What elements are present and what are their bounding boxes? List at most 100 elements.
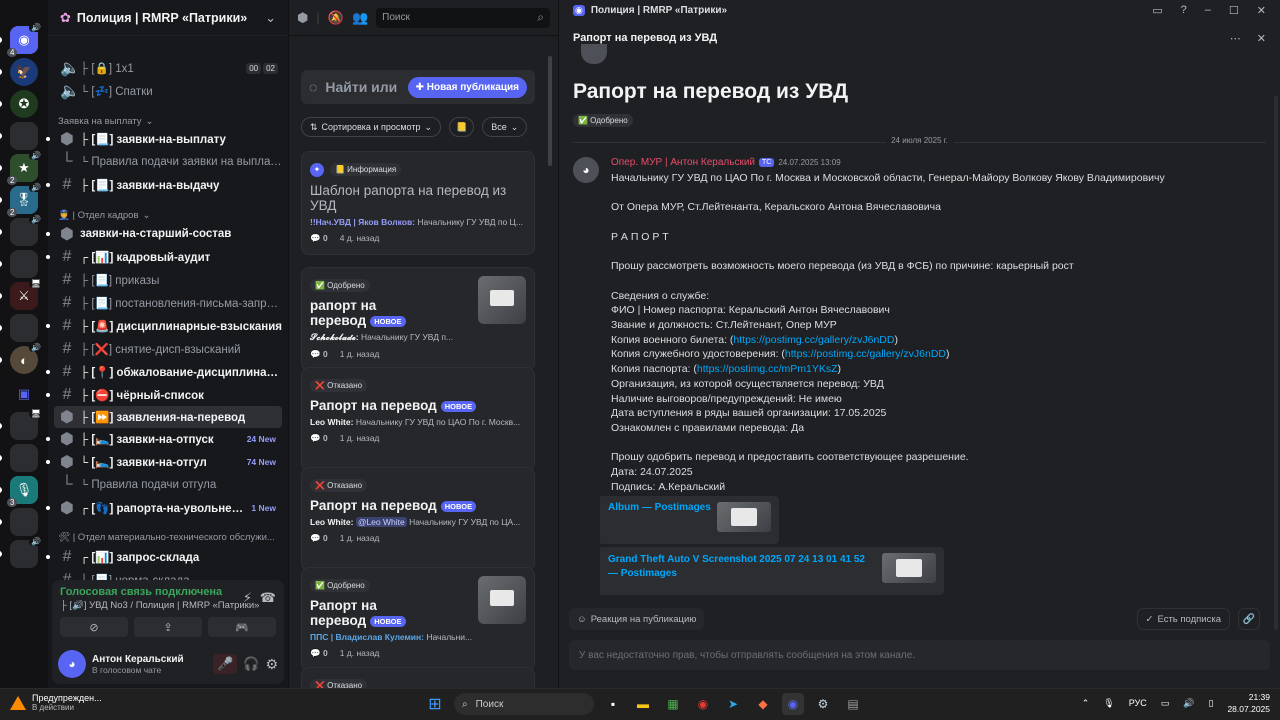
maximize-button[interactable]: ☐ xyxy=(1229,4,1239,17)
embed-title[interactable]: Album — Postimages xyxy=(608,502,711,513)
chrome-icon[interactable]: ◉ xyxy=(692,693,714,715)
server-icon[interactable]: 🖥 xyxy=(10,409,43,440)
language-indicator[interactable]: РУС xyxy=(1129,698,1147,708)
mic-muted-icon[interactable]: 🎤 xyxy=(213,654,238,674)
link-embed-screenshot[interactable]: Grand Theft Auto V Screenshot 2025 07 24… xyxy=(597,547,944,595)
windows-start-icon[interactable]: ⊞ xyxy=(424,693,446,715)
server-icon-emblem[interactable]: ✪ xyxy=(10,90,38,118)
telegram-icon[interactable]: ➤ xyxy=(722,693,744,715)
tray-expand-icon[interactable]: ⌃ xyxy=(1082,698,1090,709)
server-header[interactable]: ✿ Полиция | RMRP «Патрики» ⌄ xyxy=(48,0,288,36)
link-embed-album[interactable]: Album — Postimages xyxy=(597,496,779,544)
embed-title[interactable]: Grand Theft Auto V Screenshot 2025 07 24… xyxy=(608,553,868,581)
settings-gear-icon[interactable]: ⚙ xyxy=(265,656,278,673)
forum-post-card[interactable]: ✅ Одобрено Рапорт на перевод НОВОЕ ППС | Вл… xyxy=(301,567,535,671)
minimize-button[interactable]: – xyxy=(1205,4,1211,17)
server-icon-photo[interactable]: ◐ 🔊 xyxy=(10,343,43,374)
scrollbar[interactable] xyxy=(548,56,552,166)
follow-button[interactable]: ✓ Есть подписка xyxy=(1136,608,1230,630)
close-window-button[interactable]: ✕ xyxy=(1257,4,1266,17)
taskbar-search[interactable]: ⌕ Поиск xyxy=(454,693,594,715)
network-icon[interactable]: ▭ xyxy=(1161,698,1170,709)
screen-share-button[interactable]: ⇪ xyxy=(134,617,202,637)
volume-icon[interactable]: 🔊 xyxy=(1183,698,1194,709)
close-icon[interactable]: ✕ xyxy=(1257,32,1266,45)
link[interactable]: https://postimg.cc/gallery/zvJ6nDD xyxy=(733,334,894,346)
avatar[interactable]: ◕ xyxy=(573,157,599,183)
server-icon[interactable]: 🔊 xyxy=(10,215,43,246)
post-thumbnail[interactable] xyxy=(478,276,526,324)
game-launcher-icon[interactable]: ◆ xyxy=(752,693,774,715)
channel-item[interactable]: # ├ [⛔] чёрный-список xyxy=(54,384,282,406)
server-icon[interactable] xyxy=(10,122,38,150)
forum-post-card[interactable]: ❌ Отказано Рапорт на перевод НОВОЕ Leo Whit… xyxy=(301,467,535,571)
noise-suppression-icon[interactable]: ⚡ xyxy=(243,590,252,606)
server-icon-star[interactable]: ★ 🔊 2 xyxy=(7,151,43,185)
clock[interactable]: 21:39 28.07.2025 xyxy=(1227,691,1270,715)
channel-category[interactable]: Заявка на выплату ⌄ xyxy=(58,113,278,129)
chevron-down-icon[interactable]: ⌄ xyxy=(265,10,276,26)
channel-item[interactable]: ⬢ ├ [⏩] заявления-на-перевод xyxy=(54,406,282,428)
inbox-icon[interactable]: ▭ xyxy=(1152,4,1162,17)
home-server-icon[interactable]: ◉ 🔊 4 xyxy=(7,23,43,57)
channel-item[interactable]: 🔈 ├ [🔒] 1х1 00 02 xyxy=(54,57,282,79)
server-icon[interactable] xyxy=(10,314,38,342)
channel-item[interactable]: ⬢ ├ [📃] заявки-на-выплату xyxy=(54,128,282,150)
copy-link-button[interactable]: 🔗 xyxy=(1238,608,1260,630)
new-post-button[interactable]: ✚ Новая публикация xyxy=(407,76,527,98)
server-icon-medal[interactable]: 🎖 🔊 2 xyxy=(7,183,43,217)
disconnect-icon[interactable]: ☎ xyxy=(260,590,276,606)
server-icon-mic[interactable]: 🎙 3 xyxy=(7,476,38,507)
server-icon[interactable] xyxy=(10,508,38,536)
members-icon[interactable]: 👥 xyxy=(352,10,368,26)
activity-button[interactable]: 🎮 xyxy=(208,617,276,637)
file-explorer-icon[interactable]: ▬ xyxy=(632,693,654,715)
find-input[interactable]: Найти или xyxy=(325,79,399,95)
server-icon-hawk[interactable]: 🦅 xyxy=(10,58,38,86)
sort-dropdown[interactable]: ⇅ Сортировка и просмотр ⌄ xyxy=(301,117,442,137)
forum-search-bar[interactable]: ◌ Найти или ✚ Новая публикация xyxy=(301,70,535,104)
forum-post-card[interactable]: ❌ Отказано Рапорт на перевод НОВОЕ Leo Whit… xyxy=(301,367,535,471)
camera-button[interactable]: ⊘ xyxy=(60,617,128,637)
folder-icon[interactable]: ▣ xyxy=(10,380,38,408)
headphones-icon[interactable]: 🎧 xyxy=(243,656,259,672)
help-icon[interactable]: ? xyxy=(1181,4,1187,17)
channel-item[interactable]: ⬢ ├ [🛌] заявки-на-отпуск 24 New xyxy=(54,428,282,450)
message-author[interactable]: Опер. МУР | Антон Керальский xyxy=(611,157,755,168)
task-view-icon[interactable]: ▪ xyxy=(602,693,624,715)
scrollbar[interactable] xyxy=(1274,96,1278,630)
threads-icon[interactable]: ⬢ xyxy=(297,10,308,26)
server-icon[interactable]: 🔊 xyxy=(10,537,43,568)
reaction-button[interactable]: ☺ Реакция на публикацию xyxy=(569,608,705,630)
channel-item[interactable]: └ └ Правила подачи заявки на выплату (пр.… xyxy=(54,151,282,173)
battery-icon[interactable]: ▯ xyxy=(1209,698,1214,709)
forum-post-card[interactable]: ✦ 📒 Информация Шаблон рапорта на перевод и… xyxy=(301,151,535,255)
channel-item[interactable]: # ├ [🚨] дисциплинарные-взыскания xyxy=(54,315,282,337)
search-input[interactable]: Поиск xyxy=(376,7,550,28)
channel-item[interactable]: ⬢ заявки-на-старший-состав xyxy=(54,223,282,245)
server-icon[interactable] xyxy=(10,444,38,472)
channel-category[interactable]: 👮 | Отдел кадров ⌄ xyxy=(58,207,278,223)
weather-warning[interactable]: Предупрежден... В действии xyxy=(10,693,102,712)
spreadsheet-icon[interactable]: ▦ xyxy=(662,693,684,715)
channel-item[interactable]: # ┌ [📊] кадровый-аудит xyxy=(54,246,282,268)
server-icon-red[interactable]: ⚔ 🖥 xyxy=(10,279,43,310)
channel-item[interactable]: # ├ [📍] обжалование-дисциплинарны... xyxy=(54,361,282,383)
channel-item[interactable]: # ├ [📃] постановления-письма-запро... xyxy=(54,292,282,314)
link[interactable]: https://postimg.cc/gallery/zvJ6nDD xyxy=(785,348,946,360)
channel-item[interactable]: ⬢ ┌ [👣] рапорта-на-увольнение 1 New xyxy=(54,497,282,519)
steam-icon[interactable]: ⚙ xyxy=(812,693,834,715)
post-thumbnail[interactable] xyxy=(478,576,526,624)
discord-taskbar-icon[interactable]: ◉ xyxy=(782,693,804,715)
notifications-muted-icon[interactable]: 🔕 xyxy=(328,10,344,26)
embed-thumbnail[interactable] xyxy=(882,553,936,583)
app-icon[interactable]: ▤ xyxy=(842,693,864,715)
microphone-icon[interactable]: 🎙 xyxy=(1103,698,1114,709)
channel-category[interactable]: 🛠 | Отдел материально-технического обслу… xyxy=(58,529,278,545)
embed-thumbnail[interactable] xyxy=(717,502,771,532)
avatar[interactable]: ◕ xyxy=(58,650,86,678)
link[interactable]: https://postimg.cc/mPm1YKsZ xyxy=(697,363,838,375)
server-icon[interactable] xyxy=(10,250,38,278)
filter-dropdown[interactable]: Все ⌄ xyxy=(482,117,528,137)
channel-item[interactable]: └ └ Правила подачи отгула xyxy=(54,474,282,496)
